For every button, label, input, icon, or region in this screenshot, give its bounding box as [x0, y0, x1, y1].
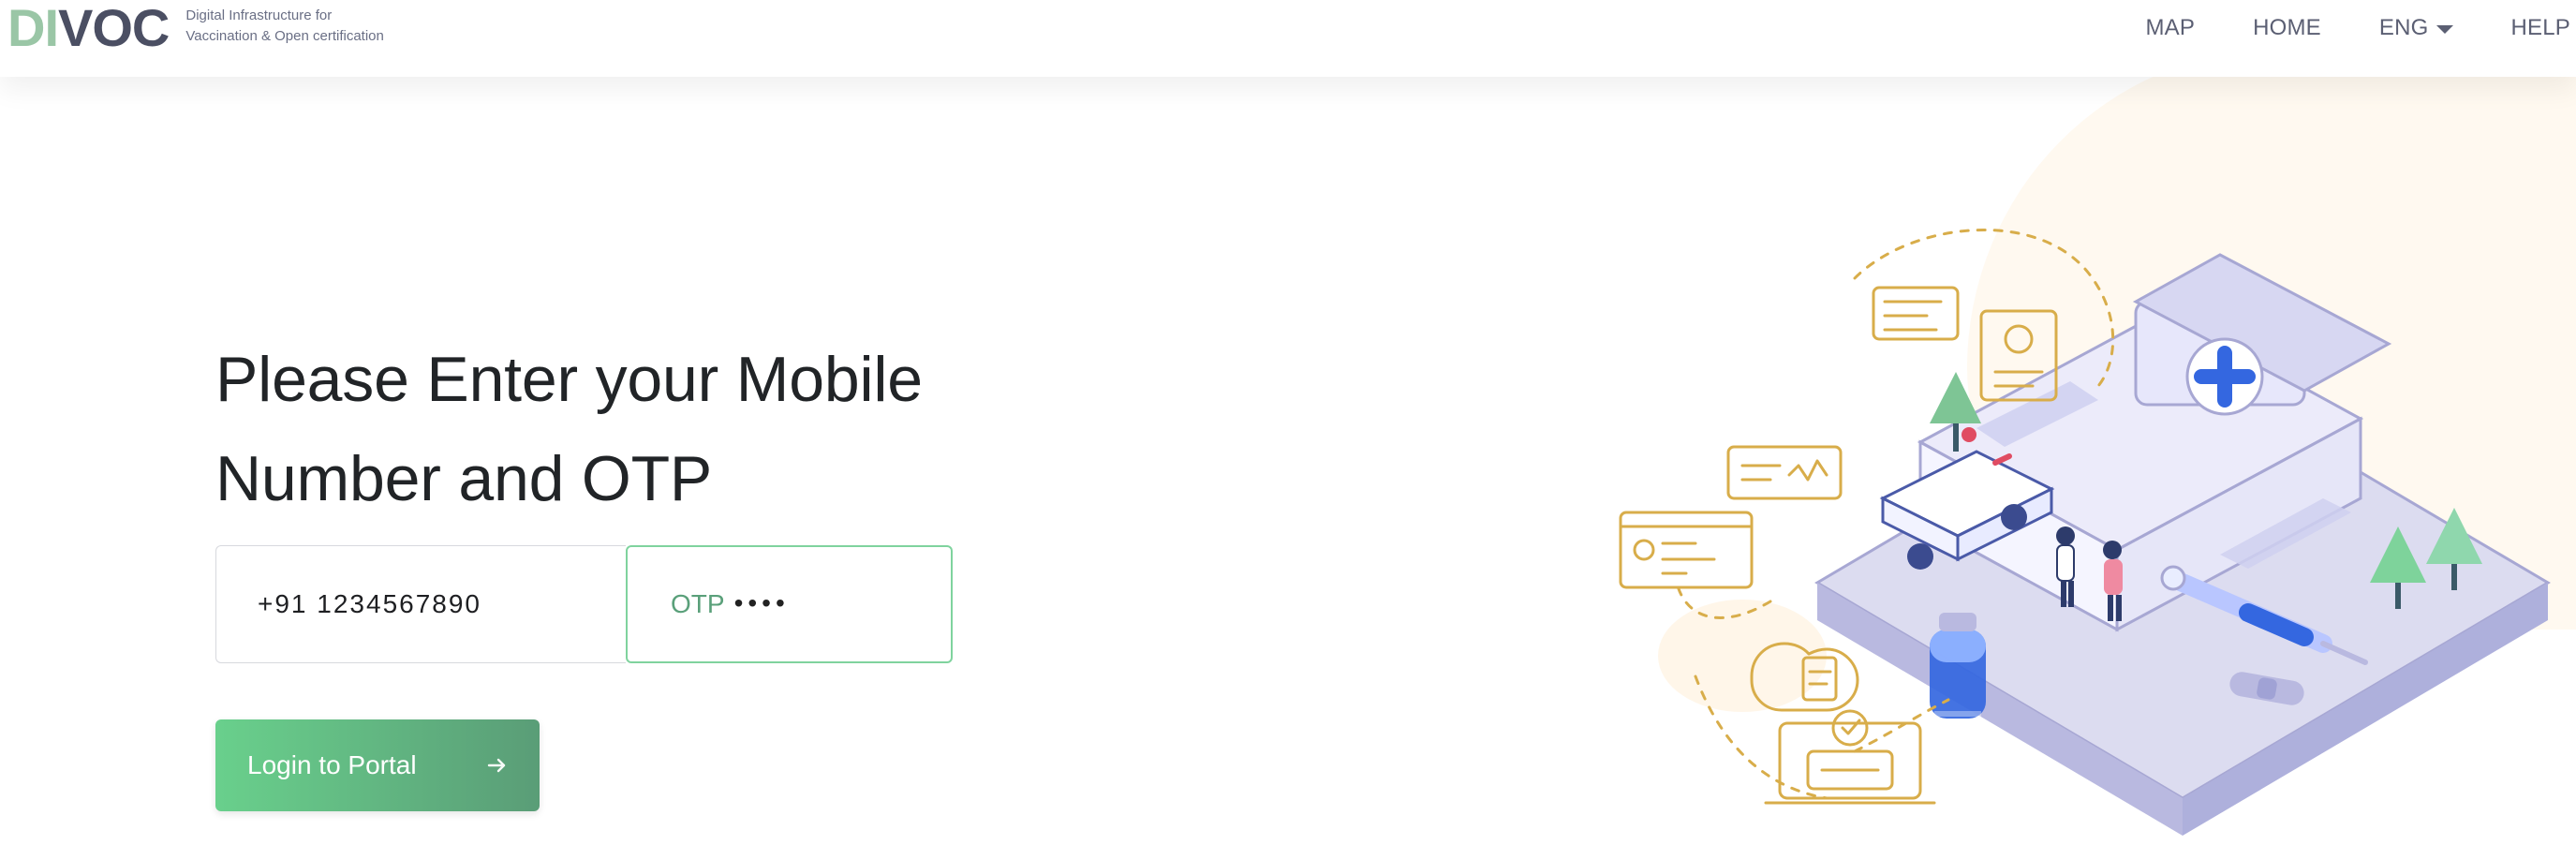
- title-line-2: Number and OTP: [215, 443, 713, 514]
- login-form: +91 1234567890 OTP ••••: [215, 545, 953, 663]
- otp-label: OTP: [671, 589, 725, 618]
- brand: DIVOC Digital Infrastructure for Vaccina…: [7, 0, 384, 77]
- chevron-down-icon: [2435, 24, 2453, 34]
- page-title: Please Enter your Mobile Number and OTP: [215, 330, 1059, 528]
- nav-language-label: ENG: [2378, 15, 2429, 40]
- divoc-logo: DIVOC: [7, 0, 170, 57]
- nav-home[interactable]: HOME: [2253, 15, 2321, 41]
- main-content: Please Enter your Mobile Number and OTP …: [0, 77, 2576, 836]
- tagline-line-2: Vaccination & Open certification: [185, 28, 384, 44]
- top-navigation: MAP HOME ENG HELP: [2145, 0, 2576, 56]
- mobile-number-value: +91 1234567890: [258, 589, 481, 618]
- top-header: DIVOC Digital Infrastructure for Vaccina…: [0, 0, 2576, 77]
- nav-map[interactable]: MAP: [2145, 15, 2195, 41]
- login-button-label: Login to Portal: [247, 750, 417, 779]
- nav-map-label: MAP: [2145, 15, 2196, 40]
- tagline-line-1: Digital Infrastructure for: [185, 7, 333, 23]
- nav-language[interactable]: ENG: [2379, 15, 2453, 41]
- nav-home-label: HOME: [2253, 15, 2321, 40]
- brand-tagline: Digital Infrastructure for Vaccination &…: [185, 6, 384, 47]
- nav-help[interactable]: HELP: [2511, 15, 2571, 41]
- otp-masked-value: ••••: [733, 588, 790, 617]
- mobile-number-input[interactable]: +91 1234567890: [215, 545, 626, 663]
- login-to-portal-button[interactable]: Login to Portal: [215, 719, 540, 811]
- healthcare-illustration: [1611, 189, 2576, 845]
- nav-help-label: HELP: [2510, 15, 2570, 40]
- logo-voc: VOC: [58, 0, 170, 57]
- logo-di: DI: [7, 0, 59, 57]
- otp-input[interactable]: OTP ••••: [626, 545, 953, 663]
- title-line-1: Please Enter your Mobile: [215, 344, 923, 415]
- arrow-right-icon: [481, 749, 513, 781]
